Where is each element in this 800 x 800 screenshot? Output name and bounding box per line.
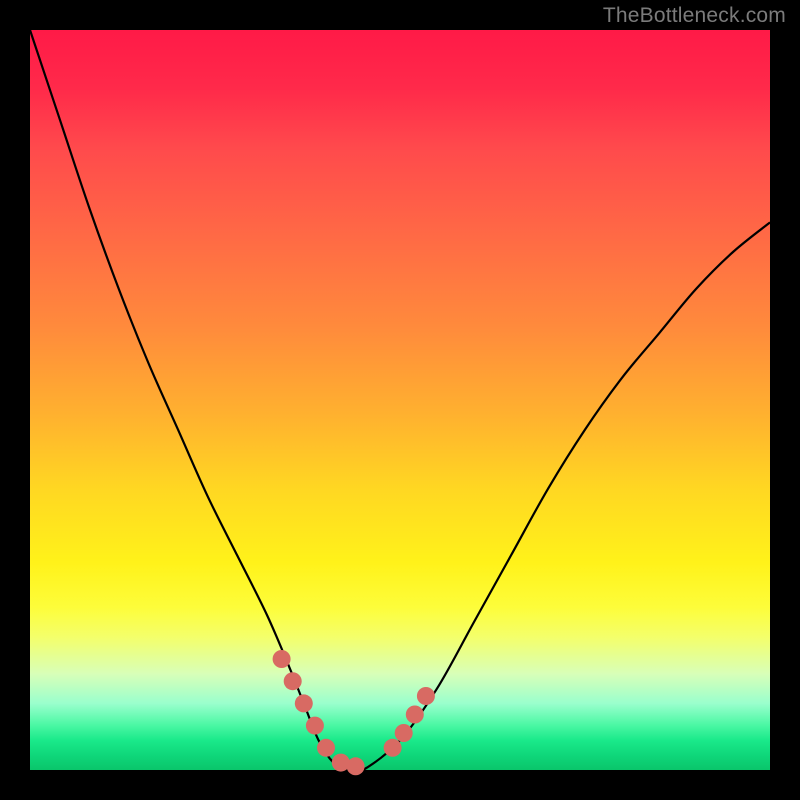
watermark-text: TheBottleneck.com	[603, 4, 786, 28]
bottleneck-curve	[30, 30, 770, 770]
data-marker	[284, 672, 302, 690]
chart-frame: TheBottleneck.com	[0, 0, 800, 800]
data-marker	[306, 717, 324, 735]
data-marker	[417, 687, 435, 705]
data-marker	[395, 724, 413, 742]
data-marker	[273, 650, 291, 668]
data-marker	[295, 694, 313, 712]
data-marker	[406, 706, 424, 724]
plot-area	[30, 30, 770, 770]
curve-line	[30, 30, 770, 772]
data-marker	[347, 757, 365, 775]
data-marker	[384, 739, 402, 757]
data-marker	[317, 739, 335, 757]
